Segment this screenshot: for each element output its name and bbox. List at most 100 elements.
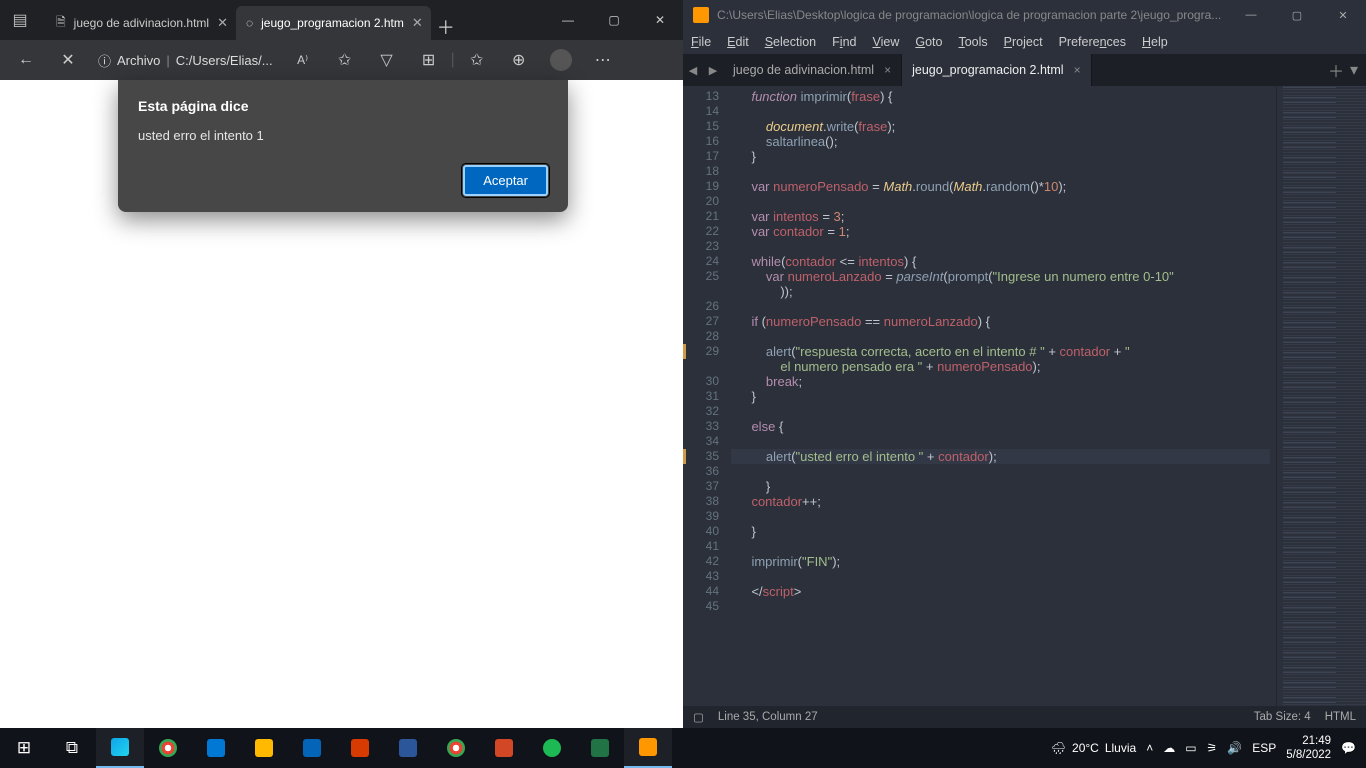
sublime-icon [693, 7, 709, 23]
browser-tabstrip: 🗎 juego de adivinacion.html ✕ ◌ jeugo_pr… [40, 0, 545, 40]
taskbar-explorer[interactable] [240, 728, 288, 768]
browser-tab-1[interactable]: 🗎 juego de adivinacion.html ✕ [46, 6, 236, 40]
back-button[interactable]: ← [6, 40, 46, 80]
tray-clock[interactable]: 21:49 5/8/2022 [1286, 734, 1331, 762]
tab-actions-icon[interactable]: ▤ [0, 0, 40, 40]
minimize-button[interactable]: — [1228, 0, 1274, 30]
taskbar-sublime[interactable] [624, 728, 672, 768]
menu-find[interactable]: Find [832, 35, 856, 49]
editor-menubar: File Edit Selection Find View Goto Tools… [683, 30, 1366, 54]
start-button[interactable]: ⊞ [0, 728, 48, 768]
close-window-button[interactable]: ✕ [637, 0, 683, 40]
favorites-list-button[interactable]: ✩ [457, 40, 497, 80]
taskbar-word[interactable] [384, 728, 432, 768]
system-tray: 🌧 20°C Lluvia ˄ ☁ ▭ ⚞ 🔊 ESP 21:49 5/8/20… [1051, 734, 1366, 762]
weather-icon: 🌧 [1051, 741, 1066, 755]
weather-temp: 20°C [1072, 741, 1099, 755]
profile-button[interactable] [541, 40, 581, 80]
tracking-button[interactable]: ▽ [367, 40, 407, 80]
status-lang[interactable]: HTML [1325, 711, 1356, 723]
menu-tools[interactable]: Tools [958, 35, 987, 49]
info-icon: ⓘ [98, 51, 111, 70]
tab-title: juego de adivinacion.html [733, 63, 874, 77]
close-icon[interactable]: ✕ [217, 15, 228, 31]
tray-wifi-icon[interactable]: ⚞ [1207, 741, 1218, 755]
tray-lang[interactable]: ESP [1252, 741, 1276, 755]
clock-date: 5/8/2022 [1286, 748, 1331, 762]
tab-title: jeugo_programacion 2.htm [261, 16, 404, 30]
editor-titlebar: C:\Users\Elias\Desktop\logica de program… [683, 0, 1366, 30]
menu-file[interactable]: File [691, 35, 711, 49]
taskbar-edge[interactable] [96, 728, 144, 768]
tab-nav-back[interactable]: ◀ [683, 54, 703, 86]
editor-tab-1[interactable]: juego de adivinacion.html × [723, 54, 902, 86]
taskbar-excel[interactable] [576, 728, 624, 768]
new-tab-button[interactable]: ＋ [431, 14, 461, 40]
loading-icon: ◌ [246, 16, 253, 30]
close-icon[interactable]: × [1074, 63, 1081, 77]
taskbar-spotify[interactable] [528, 728, 576, 768]
weather-desc: Lluvia [1105, 741, 1136, 755]
tab-title: juego de adivinacion.html [74, 16, 209, 30]
collections-button[interactable]: ⊕ [499, 40, 539, 80]
menu-button[interactable]: ⋯ [583, 40, 623, 80]
menu-project[interactable]: Project [1004, 35, 1043, 49]
stop-button[interactable]: ✕ [48, 40, 88, 80]
minimap[interactable] [1276, 86, 1366, 706]
clock-time: 21:49 [1286, 734, 1331, 748]
tray-notifications-icon[interactable]: 💬 [1341, 741, 1356, 755]
editor-tabbar: ◀ ▶ juego de adivinacion.html × jeugo_pr… [683, 54, 1366, 86]
status-tabsize[interactable]: Tab Size: 4 [1254, 711, 1311, 723]
browser-titlebar: ▤ 🗎 juego de adivinacion.html ✕ ◌ jeugo_… [0, 0, 683, 40]
taskbar-office[interactable] [336, 728, 384, 768]
taskbar-chrome[interactable] [144, 728, 192, 768]
taskbar-mail[interactable] [288, 728, 336, 768]
tray-battery-icon[interactable]: ▭ [1185, 741, 1196, 755]
js-alert-dialog: Esta página dice usted erro el intento 1… [118, 80, 568, 212]
tray-onedrive-icon[interactable]: ☁ [1163, 741, 1175, 755]
menu-edit[interactable]: Edit [727, 35, 749, 49]
tab-menu-button[interactable]: ▾ [1350, 60, 1358, 80]
code-area[interactable]: function imprimir(frase) { document.writ… [731, 86, 1276, 706]
status-square-icon: ▢ [693, 710, 704, 724]
tray-chevron-icon[interactable]: ˄ [1146, 741, 1153, 755]
taskview-button[interactable]: ⧉ [48, 728, 96, 768]
close-icon[interactable]: ✕ [412, 15, 423, 31]
read-aloud-button[interactable]: A⁾ [283, 40, 323, 80]
favorite-button[interactable]: ✩ [325, 40, 365, 80]
editor-title-path: C:\Users\Elias\Desktop\logica de program… [717, 8, 1228, 22]
taskbar-powerpoint[interactable] [480, 728, 528, 768]
taskbar-store[interactable] [192, 728, 240, 768]
windows-taskbar: ⊞ ⧉ 🌧 20°C Lluvia ˄ ☁ ▭ ⚞ 🔊 ESP 21:49 5/… [0, 728, 1366, 768]
menu-selection[interactable]: Selection [765, 35, 816, 49]
address-scheme: Archivo [117, 53, 160, 68]
editor-body: 1314151617181920212223242526272829303132… [683, 86, 1366, 706]
tab-title: jeugo_programacion 2.html [912, 63, 1063, 77]
tray-volume-icon[interactable]: 🔊 [1227, 741, 1242, 755]
address-bar[interactable]: ⓘ Archivo | C:/Users/Elias/... [90, 44, 281, 76]
maximize-button[interactable]: ▢ [1274, 0, 1320, 30]
minimize-button[interactable]: — [545, 0, 591, 40]
line-gutter: 1314151617181920212223242526272829303132… [683, 86, 731, 706]
editor-window: C:\Users\Elias\Desktop\logica de program… [683, 0, 1366, 728]
extensions-button[interactable]: ⊞ [409, 40, 449, 80]
menu-preferences[interactable]: Preferences [1059, 35, 1126, 49]
tab-nav-fwd[interactable]: ▶ [703, 54, 723, 86]
menu-view[interactable]: View [872, 35, 899, 49]
browser-tab-2[interactable]: ◌ jeugo_programacion 2.htm ✕ [236, 6, 431, 40]
menu-goto[interactable]: Goto [915, 35, 942, 49]
maximize-button[interactable]: ▢ [591, 0, 637, 40]
dialog-title: Esta página dice [138, 98, 548, 114]
taskbar-chrome2[interactable] [432, 728, 480, 768]
browser-window: ▤ 🗎 juego de adivinacion.html ✕ ◌ jeugo_… [0, 0, 683, 728]
editor-statusbar: ▢ Line 35, Column 27 Tab Size: 4 HTML [683, 706, 1366, 728]
status-cursor: Line 35, Column 27 [718, 711, 818, 723]
browser-toolbar: ← ✕ ⓘ Archivo | C:/Users/Elias/... A⁾ ✩ … [0, 40, 683, 80]
close-window-button[interactable]: ✕ [1320, 0, 1366, 30]
editor-tab-2[interactable]: jeugo_programacion 2.html × [902, 54, 1092, 86]
close-icon[interactable]: × [884, 63, 891, 77]
menu-help[interactable]: Help [1142, 35, 1168, 49]
weather-widget[interactable]: 🌧 20°C Lluvia [1051, 741, 1136, 755]
new-tab-button[interactable]: ＋ [1328, 58, 1344, 82]
accept-button[interactable]: Aceptar [463, 165, 548, 196]
